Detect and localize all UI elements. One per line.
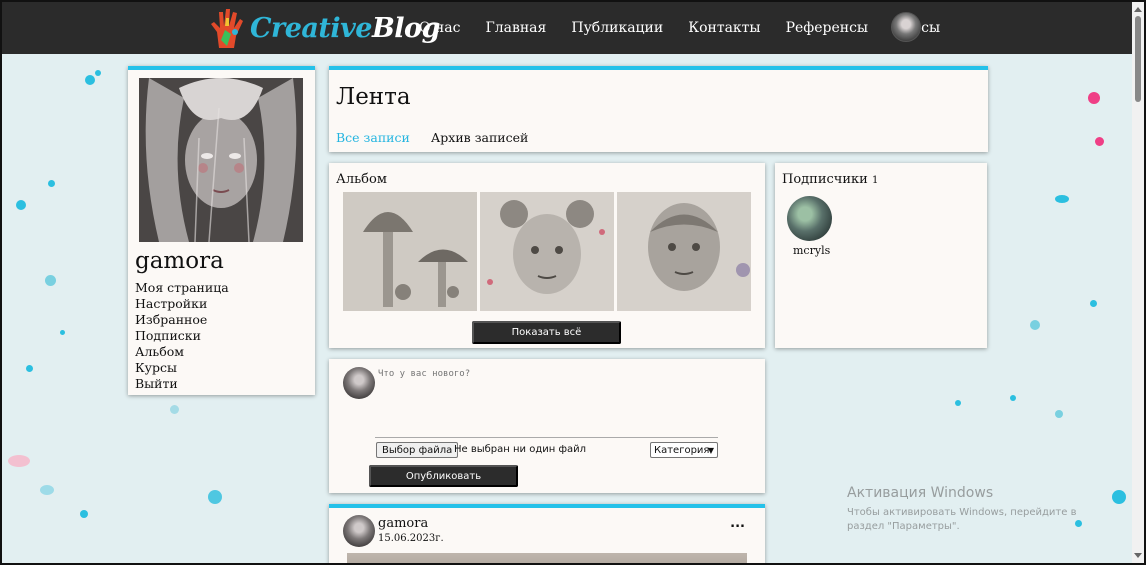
album-photo-boy-portrait[interactable] xyxy=(617,192,751,311)
category-select[interactable]: Категория ▼ xyxy=(650,442,718,458)
new-post-input[interactable] xyxy=(378,369,708,437)
subscribers-title: Подписчики 1 xyxy=(782,172,878,187)
post-composer: Выбор файла Не выбран ни один файл Катег… xyxy=(329,359,765,493)
subscriber-name[interactable]: mcryls xyxy=(793,244,830,257)
profile-photo xyxy=(139,78,303,242)
album-title: Альбом xyxy=(336,172,387,187)
post-image[interactable] xyxy=(347,553,747,565)
subscriber-avatar[interactable] xyxy=(787,196,832,241)
post-menu-icon[interactable]: ... xyxy=(730,516,745,531)
nav-about[interactable]: О нас xyxy=(419,20,460,36)
scroll-up-icon[interactable] xyxy=(1134,7,1142,12)
windows-activation-watermark: Активация Windows Чтобы активировать Win… xyxy=(847,485,1107,534)
watermark-subtitle: Чтобы активировать Windows, перейдите в … xyxy=(847,507,1077,532)
page-scrollbar[interactable] xyxy=(1132,2,1144,563)
nav-references[interactable]: Референсы xyxy=(786,20,869,36)
scroll-thumb[interactable] xyxy=(1135,16,1141,102)
album-card: Альбом Показать всё xyxy=(329,163,765,348)
feed-post: gamora 15.06.2023г. ... xyxy=(329,504,765,565)
album-photo-girl-portrait[interactable] xyxy=(480,192,614,311)
user-avatar-icon[interactable] xyxy=(891,12,921,42)
post-author[interactable]: gamora xyxy=(378,516,428,531)
site-logo[interactable]: CreativeBlog xyxy=(207,6,440,50)
feed-title: Лента xyxy=(336,84,411,110)
menu-favorites[interactable]: Избранное xyxy=(135,312,229,328)
composer-divider xyxy=(375,437,718,438)
category-label: Категория xyxy=(654,444,710,456)
profile-menu: Моя страница Настройки Избранное Подписк… xyxy=(135,280,229,392)
album-photo-mushrooms[interactable] xyxy=(343,192,477,311)
profile-card: gamora Моя страница Настройки Избранное … xyxy=(128,66,315,395)
publish-button[interactable]: Опубликовать xyxy=(369,465,518,487)
post-date: 15.06.2023г. xyxy=(378,533,444,544)
menu-courses[interactable]: Курсы xyxy=(135,360,229,376)
composer-avatar xyxy=(343,367,375,399)
tab-archive[interactable]: Архив записей xyxy=(431,130,529,145)
post-author-avatar[interactable] xyxy=(343,515,375,547)
choose-file-button[interactable]: Выбор файла xyxy=(376,442,459,458)
subscribers-label: Подписчики xyxy=(782,172,868,187)
album-photos xyxy=(343,192,751,311)
feed-tabs: Все записи Архив записей xyxy=(336,130,549,145)
nav-publications[interactable]: Публикации xyxy=(571,20,663,36)
menu-my-page[interactable]: Моя страница xyxy=(135,280,229,296)
show-all-button[interactable]: Показать всё xyxy=(472,321,621,344)
subscribers-count: 1 xyxy=(871,175,879,186)
scroll-down-icon[interactable] xyxy=(1134,553,1142,558)
menu-logout[interactable]: Выйти xyxy=(135,376,229,392)
top-navbar: CreativeBlog О нас Главная Публикации Ко… xyxy=(2,2,1144,54)
menu-album[interactable]: Альбом xyxy=(135,344,229,360)
chevron-down-icon: ▼ xyxy=(707,446,714,455)
tab-all-posts[interactable]: Все записи xyxy=(336,130,410,145)
subscribers-card: Подписчики 1 mcryls xyxy=(775,163,987,348)
profile-username: gamora xyxy=(135,248,224,274)
main-nav: О нас Главная Публикации Контакты Рефере… xyxy=(419,2,965,54)
feed-header: Лента Все записи Архив записей xyxy=(329,66,988,152)
hand-logo-icon xyxy=(211,9,243,48)
menu-subscriptions[interactable]: Подписки xyxy=(135,328,229,344)
nav-home[interactable]: Главная xyxy=(485,20,546,36)
nav-contacts[interactable]: Контакты xyxy=(688,20,760,36)
file-status: Не выбран ни один файл xyxy=(454,444,587,455)
watermark-title: Активация Windows xyxy=(847,485,994,501)
logo-text-creative: Creative xyxy=(250,12,372,44)
menu-settings[interactable]: Настройки xyxy=(135,296,229,312)
